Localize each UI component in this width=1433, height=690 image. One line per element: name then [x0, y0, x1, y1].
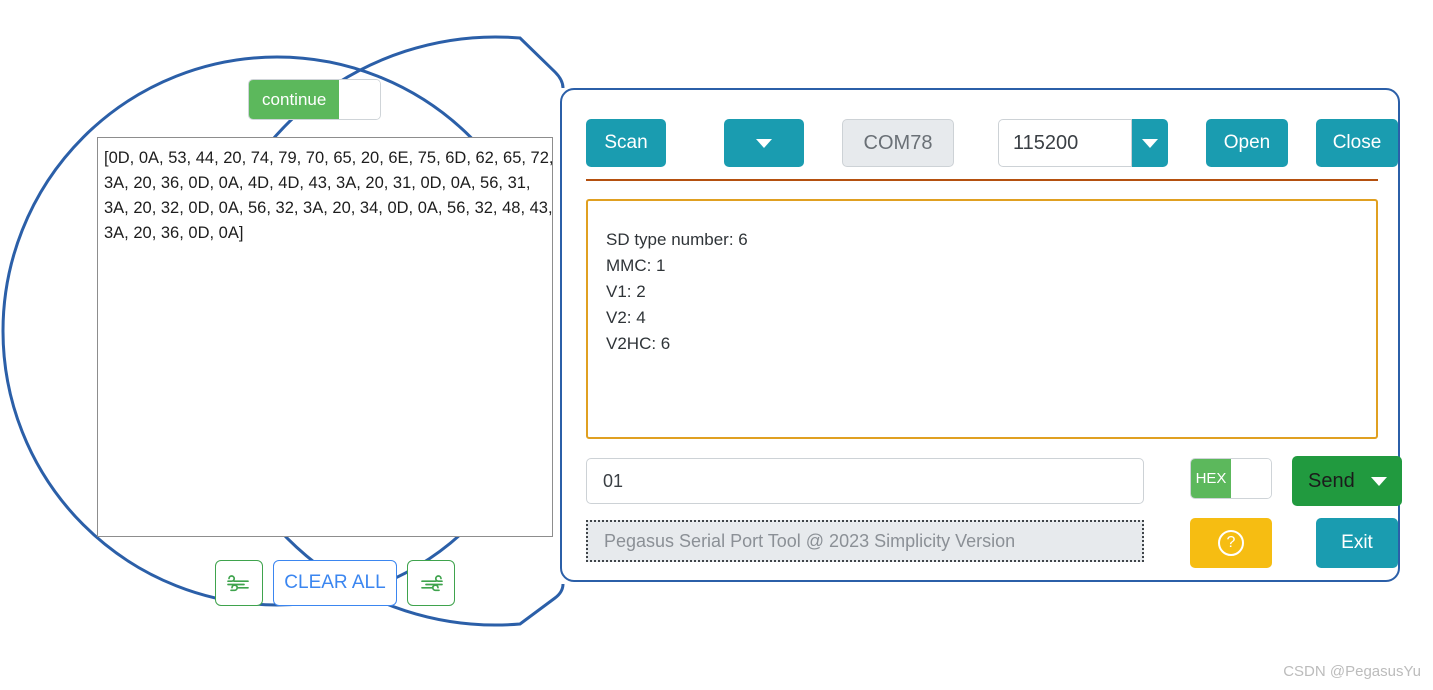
- close-port-button[interactable]: Close: [1316, 119, 1398, 167]
- open-port-button[interactable]: Open: [1206, 119, 1288, 167]
- baud-rate-field[interactable]: 115200: [998, 119, 1132, 167]
- chevron-down-icon: [756, 138, 772, 148]
- send-button[interactable]: Send: [1292, 456, 1402, 506]
- wind-right-icon-button[interactable]: [407, 560, 455, 606]
- receive-line: [0D, 0A, 53, 44, 20, 74, 79, 70, 65, 20,…: [104, 149, 553, 167]
- clear-all-button[interactable]: CLEAR ALL: [273, 560, 397, 606]
- watermark: CSDN @PegasusYu: [1283, 663, 1421, 680]
- console-output[interactable]: SD type number: 6 MMC: 1 V1: 2 V2: 4 V2H…: [586, 199, 1378, 439]
- receive-line: 3A, 20, 32, 0D, 0A, 56, 32, 3A, 20, 34, …: [104, 199, 553, 217]
- receive-action-buttons: CLEAR ALL: [215, 560, 455, 608]
- console-line: V2: 4: [606, 308, 646, 327]
- exit-button[interactable]: Exit: [1316, 518, 1398, 568]
- status-row: Pegasus Serial Port Tool @ 2023 Simplici…: [586, 518, 1398, 568]
- status-bar: Pegasus Serial Port Tool @ 2023 Simplici…: [586, 520, 1144, 562]
- chevron-down-icon[interactable]: [1370, 476, 1387, 486]
- baud-dropdown-button[interactable]: [1132, 119, 1168, 167]
- continue-toggle[interactable]: continue: [248, 79, 381, 120]
- chevron-down-icon: [1142, 138, 1158, 148]
- toolbar-separator: [586, 179, 1378, 181]
- baud-rate-combo: 115200: [998, 119, 1168, 167]
- continue-toggle-label: continue: [249, 80, 340, 119]
- connection-toolbar: Scan COM78 115200 Open Close: [586, 119, 1398, 167]
- port-field[interactable]: COM78: [842, 119, 954, 167]
- console-line: V1: 2: [606, 282, 646, 301]
- scan-button[interactable]: Scan: [586, 119, 666, 167]
- send-row: HEX Send: [586, 456, 1402, 506]
- wind-right-icon: [421, 575, 443, 592]
- wind-left-icon: [227, 575, 249, 592]
- send-input[interactable]: [586, 458, 1144, 504]
- console-line: SD type number: 6: [606, 230, 748, 249]
- hex-toggle-track: [1231, 459, 1271, 498]
- hex-toggle[interactable]: HEX: [1190, 458, 1272, 499]
- help-button[interactable]: ?: [1190, 518, 1272, 568]
- console-line: V2HC: 6: [606, 334, 671, 353]
- question-mark-icon: ?: [1218, 530, 1244, 556]
- serial-tool-panel: Scan COM78 115200 Open Close SD type num…: [560, 88, 1402, 582]
- receive-textarea[interactable]: [0D, 0A, 53, 44, 20, 74, 79, 70, 65, 20,…: [97, 137, 553, 537]
- receive-line: 3A, 20, 36, 0D, 0A, 4D, 4D, 43, 3A, 20, …: [104, 174, 531, 192]
- port-dropdown-button[interactable]: [724, 119, 804, 167]
- send-button-label: Send: [1308, 469, 1355, 492]
- continue-toggle-track: [339, 80, 380, 119]
- hex-toggle-label: HEX: [1191, 459, 1231, 498]
- screenshot-root: Scan COM78 115200 Open Close SD type num…: [0, 0, 1433, 690]
- receive-line: 3A, 20, 36, 0D, 0A]: [104, 224, 244, 242]
- wind-left-icon-button[interactable]: [215, 560, 263, 606]
- console-line: MMC: 1: [606, 256, 666, 275]
